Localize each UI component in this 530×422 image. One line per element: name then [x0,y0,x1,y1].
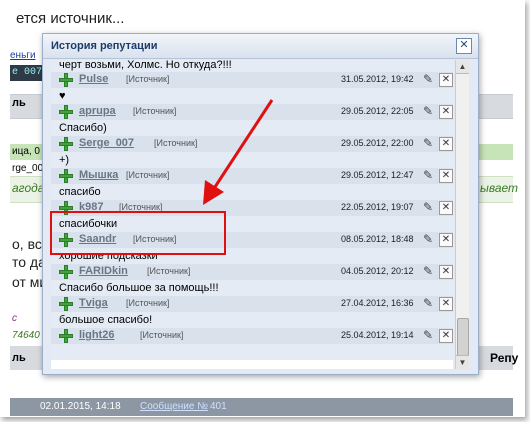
annotation-arrow-icon [203,99,274,205]
